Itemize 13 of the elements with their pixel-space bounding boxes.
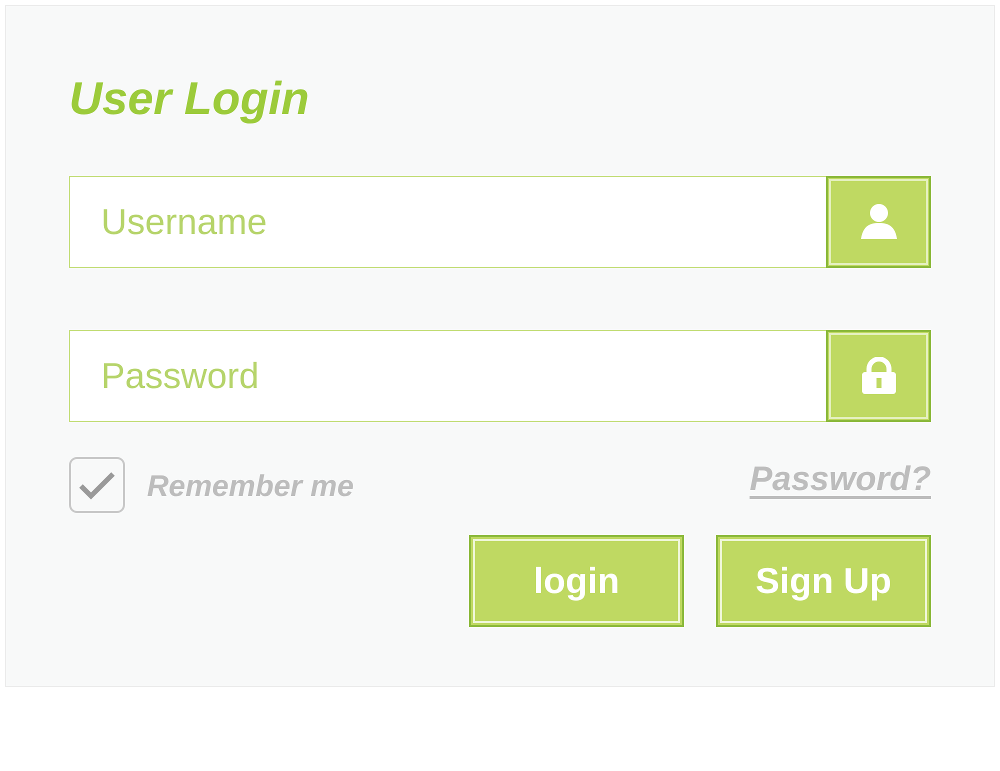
username-field[interactable]: Username (69, 176, 826, 268)
user-icon (858, 203, 898, 241)
checkmark-icon (79, 470, 115, 500)
remember-checkbox[interactable] (69, 456, 125, 512)
password-field[interactable]: Password (69, 330, 826, 422)
user-button[interactable] (826, 176, 931, 268)
lock-button[interactable] (826, 330, 931, 422)
forgot-password-link[interactable]: Password? (750, 454, 931, 505)
lock-icon (860, 357, 898, 395)
login-title: User Login (69, 72, 310, 124)
remember-label: Remember me (147, 469, 354, 505)
login-button[interactable]: login (469, 535, 684, 627)
sign-up-button[interactable]: Sign Up (716, 535, 931, 627)
